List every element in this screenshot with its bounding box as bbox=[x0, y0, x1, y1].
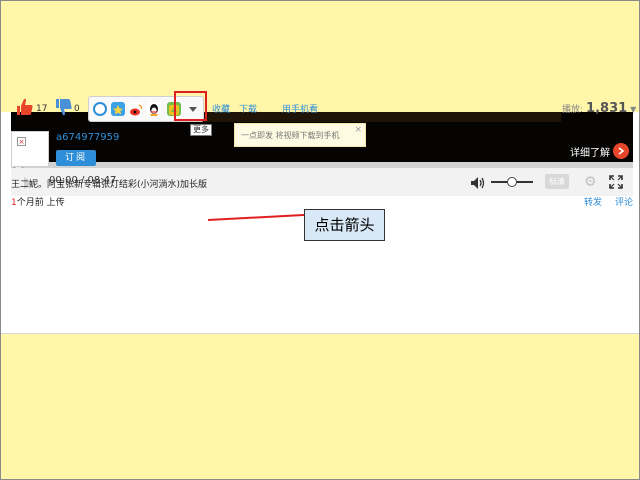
tooltip-text: 一点即发 将视频下载到手机 bbox=[241, 131, 340, 140]
close-icon[interactable]: × bbox=[354, 125, 362, 135]
annotation-callout: 点击箭头 bbox=[304, 209, 385, 241]
mobile-link[interactable]: 用手机看 bbox=[282, 102, 318, 115]
highlight-box bbox=[174, 91, 207, 121]
play-count: 播放: 1,831 ▼ bbox=[562, 101, 636, 116]
play-share-icon[interactable] bbox=[93, 102, 107, 116]
comment-link[interactable]: 评论 bbox=[615, 195, 633, 208]
chevron-right-icon bbox=[613, 143, 629, 159]
volume-slider[interactable] bbox=[491, 177, 533, 187]
star-share-icon[interactable] bbox=[111, 102, 125, 116]
volume-icon[interactable] bbox=[470, 175, 486, 194]
qq-icon[interactable] bbox=[147, 102, 161, 116]
thumbs-up-icon[interactable] bbox=[15, 97, 35, 121]
quality-button[interactable]: 标清 bbox=[545, 174, 569, 189]
uploader-name[interactable]: a674977959 bbox=[56, 132, 119, 143]
thumbs-down-icon[interactable] bbox=[54, 97, 74, 121]
play-count-value: 1,831 bbox=[586, 101, 628, 116]
gear-icon[interactable]: ⚙ bbox=[584, 174, 597, 190]
video-title: 王二妮。阿宝张新专辑张灯结彩(小河淌水)加长版 bbox=[11, 180, 208, 190]
like-count: 17 bbox=[36, 104, 48, 114]
download-tooltip: 一点即发 将视频下载到手机 × bbox=[234, 123, 366, 147]
play-count-label: 播放: bbox=[562, 105, 584, 115]
forward-link[interactable]: 转发 bbox=[584, 195, 602, 208]
learn-more-link[interactable]: 详细了解 bbox=[570, 143, 629, 159]
weibo-icon[interactable] bbox=[129, 102, 143, 116]
download-link[interactable]: 下载 bbox=[239, 102, 257, 115]
upload-time: 1个月前 上传 bbox=[11, 195, 65, 208]
upload-time-text: 个月前 上传 bbox=[16, 198, 65, 208]
learn-more-label: 详细了解 bbox=[570, 147, 610, 159]
dislike-count: 0 bbox=[74, 104, 80, 114]
volume-handle[interactable] bbox=[507, 177, 517, 187]
subscribe-button[interactable]: 订阅 bbox=[56, 150, 96, 166]
avatar[interactable]: × bbox=[11, 131, 49, 167]
favorite-link[interactable]: 收藏 bbox=[212, 102, 230, 115]
more-tooltip: 更多 bbox=[190, 124, 212, 136]
broken-image-icon: × bbox=[17, 137, 26, 146]
caret-down-icon[interactable]: ▼ bbox=[630, 105, 636, 114]
fullscreen-icon[interactable] bbox=[609, 174, 623, 193]
